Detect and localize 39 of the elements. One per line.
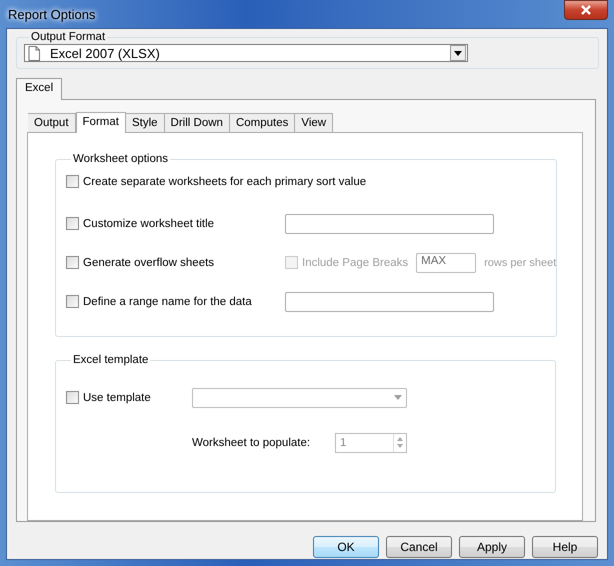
checkbox-label: Use template xyxy=(83,392,151,404)
checkbox-label: Customize worksheet title xyxy=(83,218,214,230)
checkbox-label: Define a range name for the data xyxy=(83,296,252,308)
dropdown-arrow-icon xyxy=(394,395,402,400)
checkbox-label: Generate overflow sheets xyxy=(83,256,214,268)
field-unit: rows per sheet xyxy=(484,256,556,268)
checkbox[interactable] xyxy=(66,175,79,188)
close-icon xyxy=(580,5,592,15)
group-label: Worksheet options xyxy=(72,153,170,165)
tab[interactable]: Excel xyxy=(16,78,62,100)
dialog-button[interactable]: Cancel xyxy=(386,536,452,558)
tab[interactable]: Style xyxy=(126,113,165,132)
document-icon xyxy=(28,46,40,60)
dialog-button[interactable]: Help xyxy=(532,536,598,558)
checkbox[interactable] xyxy=(66,295,79,308)
worksheet-spinner[interactable]: 1 xyxy=(335,432,407,452)
tab[interactable]: Format xyxy=(76,112,126,133)
dialog-button[interactable]: OK xyxy=(313,536,379,558)
checkbox[interactable] xyxy=(66,217,79,230)
window-title: Report Options xyxy=(7,6,96,22)
dialog-button[interactable]: Apply xyxy=(459,536,525,558)
down-arrow-icon xyxy=(397,444,403,448)
checkbox-label: Create separate worksheets for each primary sort value xyxy=(83,176,366,188)
text-field[interactable] xyxy=(285,214,494,234)
field-label: Worksheet to populate: xyxy=(192,436,312,448)
up-arrow-icon xyxy=(397,437,403,441)
checkbox-label: Include Page Breaks xyxy=(302,256,408,268)
tab[interactable]: Output xyxy=(28,113,76,132)
template-dropdown[interactable] xyxy=(192,388,407,408)
checkbox[interactable] xyxy=(66,391,79,404)
output-format-dropdown[interactable]: Excel 2007 (XLSX) xyxy=(24,44,468,62)
dropdown-arrow-icon xyxy=(454,50,462,56)
text-field[interactable] xyxy=(285,292,494,312)
group-label: Excel template xyxy=(72,354,150,366)
tab[interactable]: View xyxy=(295,113,334,132)
tab[interactable]: Drill Down xyxy=(164,113,230,132)
close-button[interactable] xyxy=(564,0,608,20)
group-label: Output Format xyxy=(30,31,106,43)
tab[interactable]: Computes xyxy=(230,113,296,132)
